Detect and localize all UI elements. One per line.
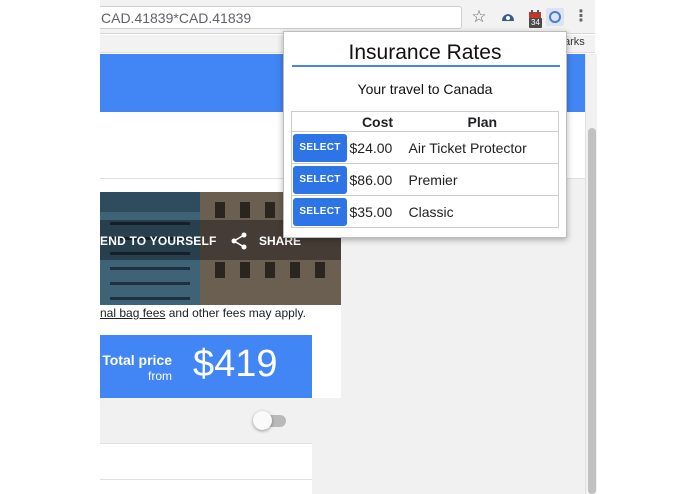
extension-icon[interactable] bbox=[546, 8, 564, 26]
cost-cell: $24.00 bbox=[347, 131, 406, 164]
scrollbar-thumb[interactable] bbox=[588, 128, 596, 494]
scrollbar[interactable] bbox=[585, 54, 597, 494]
select-button[interactable]: SELECT bbox=[293, 197, 347, 226]
insurance-popup: Insurance Rates Your travel to Canada Co… bbox=[283, 31, 567, 238]
popup-subtitle: Your travel to Canada bbox=[357, 81, 493, 97]
plan-cell: Classic bbox=[405, 195, 559, 228]
header-plan: Plan bbox=[405, 111, 559, 132]
bookmarks-label[interactable]: arks bbox=[564, 36, 585, 48]
plan-cell: Premier bbox=[405, 163, 559, 196]
fees-notice-text: and other fees may apply. bbox=[165, 306, 306, 320]
url-text: CAD.41839*CAD.41839 bbox=[101, 10, 252, 26]
fees-notice: nal bag fees and other fees may apply. bbox=[100, 306, 306, 320]
send-to-yourself-link[interactable]: END TO YOURSELF bbox=[100, 234, 217, 248]
select-button[interactable]: SELECT bbox=[293, 133, 347, 162]
title-underline bbox=[292, 65, 560, 67]
cost-cell: $35.00 bbox=[347, 195, 406, 228]
star-icon[interactable]: ☆ bbox=[470, 8, 488, 26]
cloud-icon[interactable] bbox=[499, 8, 517, 26]
rates-table: Cost Plan SELECT $24.00 Air Ticket Prote… bbox=[291, 111, 559, 228]
popup-title: Insurance Rates bbox=[348, 41, 502, 64]
table-header: Cost Plan bbox=[291, 111, 559, 132]
select-button[interactable]: SELECT bbox=[293, 165, 347, 194]
table-row: SELECT $86.00 Premier bbox=[291, 163, 559, 196]
bag-fees-link[interactable]: nal bag fees bbox=[100, 306, 165, 320]
cost-cell: $86.00 bbox=[347, 163, 406, 196]
table-row: SELECT $24.00 Air Ticket Protector bbox=[291, 131, 559, 164]
total-price-label: Total price bbox=[102, 352, 172, 368]
address-bar[interactable]: CAD.41839*CAD.41839 bbox=[100, 6, 462, 29]
header-blank bbox=[291, 111, 348, 132]
toggle-knob[interactable] bbox=[253, 411, 272, 430]
total-price-value: $419 bbox=[193, 343, 278, 385]
header-cost: Cost bbox=[347, 111, 406, 132]
list-item bbox=[100, 444, 312, 480]
menu-icon[interactable]: ⋮ bbox=[572, 8, 590, 26]
plan-cell: Air Ticket Protector bbox=[405, 131, 559, 164]
calendar-badge: 34 bbox=[529, 18, 542, 28]
table-row: SELECT $35.00 Classic bbox=[291, 195, 559, 228]
from-label: from bbox=[148, 369, 172, 383]
share-icon[interactable] bbox=[230, 232, 248, 250]
